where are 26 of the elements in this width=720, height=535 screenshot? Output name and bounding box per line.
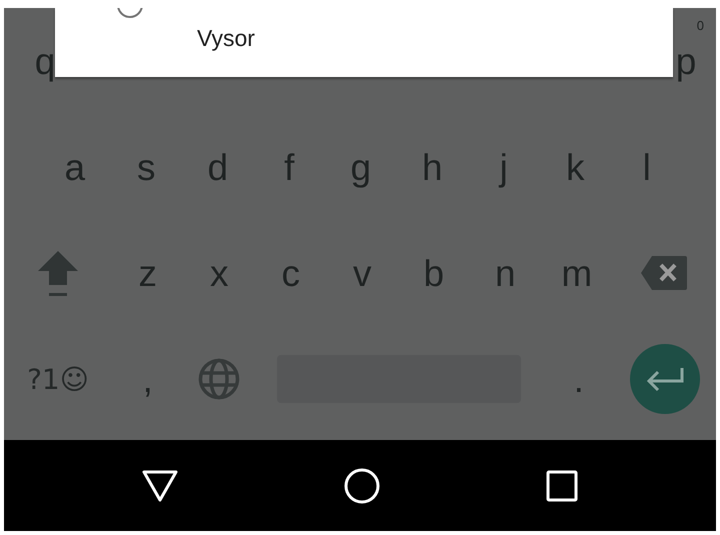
key[interactable]: f — [254, 114, 325, 220]
key-hint: 0 — [696, 18, 704, 33]
key[interactable]: h — [396, 114, 468, 220]
key[interactable]: b — [398, 220, 470, 326]
enter-icon — [646, 366, 684, 392]
key[interactable]: a — [39, 114, 110, 220]
key[interactable]: z — [112, 220, 184, 326]
key[interactable]: j — [468, 114, 540, 220]
home-icon[interactable] — [344, 468, 380, 504]
symbols-key[interactable]: ?1☺ — [4, 326, 112, 432]
key[interactable]: v — [326, 220, 398, 326]
key[interactable]: g — [325, 114, 396, 220]
comma-key[interactable]: , — [112, 326, 184, 432]
period-key[interactable]: . — [543, 326, 614, 432]
key[interactable]: s — [110, 114, 182, 220]
option-label[interactable]: Vysor — [197, 25, 255, 52]
key[interactable]: d — [182, 114, 254, 220]
key[interactable]: c — [255, 220, 326, 326]
key[interactable]: m — [541, 220, 612, 326]
key[interactable]: x — [184, 220, 255, 326]
back-icon[interactable] — [142, 470, 178, 502]
recents-icon[interactable] — [546, 470, 578, 502]
key[interactable]: k — [540, 114, 611, 220]
backspace-icon[interactable] — [640, 255, 688, 291]
key[interactable]: l — [611, 114, 682, 220]
key[interactable]: n — [470, 220, 541, 326]
